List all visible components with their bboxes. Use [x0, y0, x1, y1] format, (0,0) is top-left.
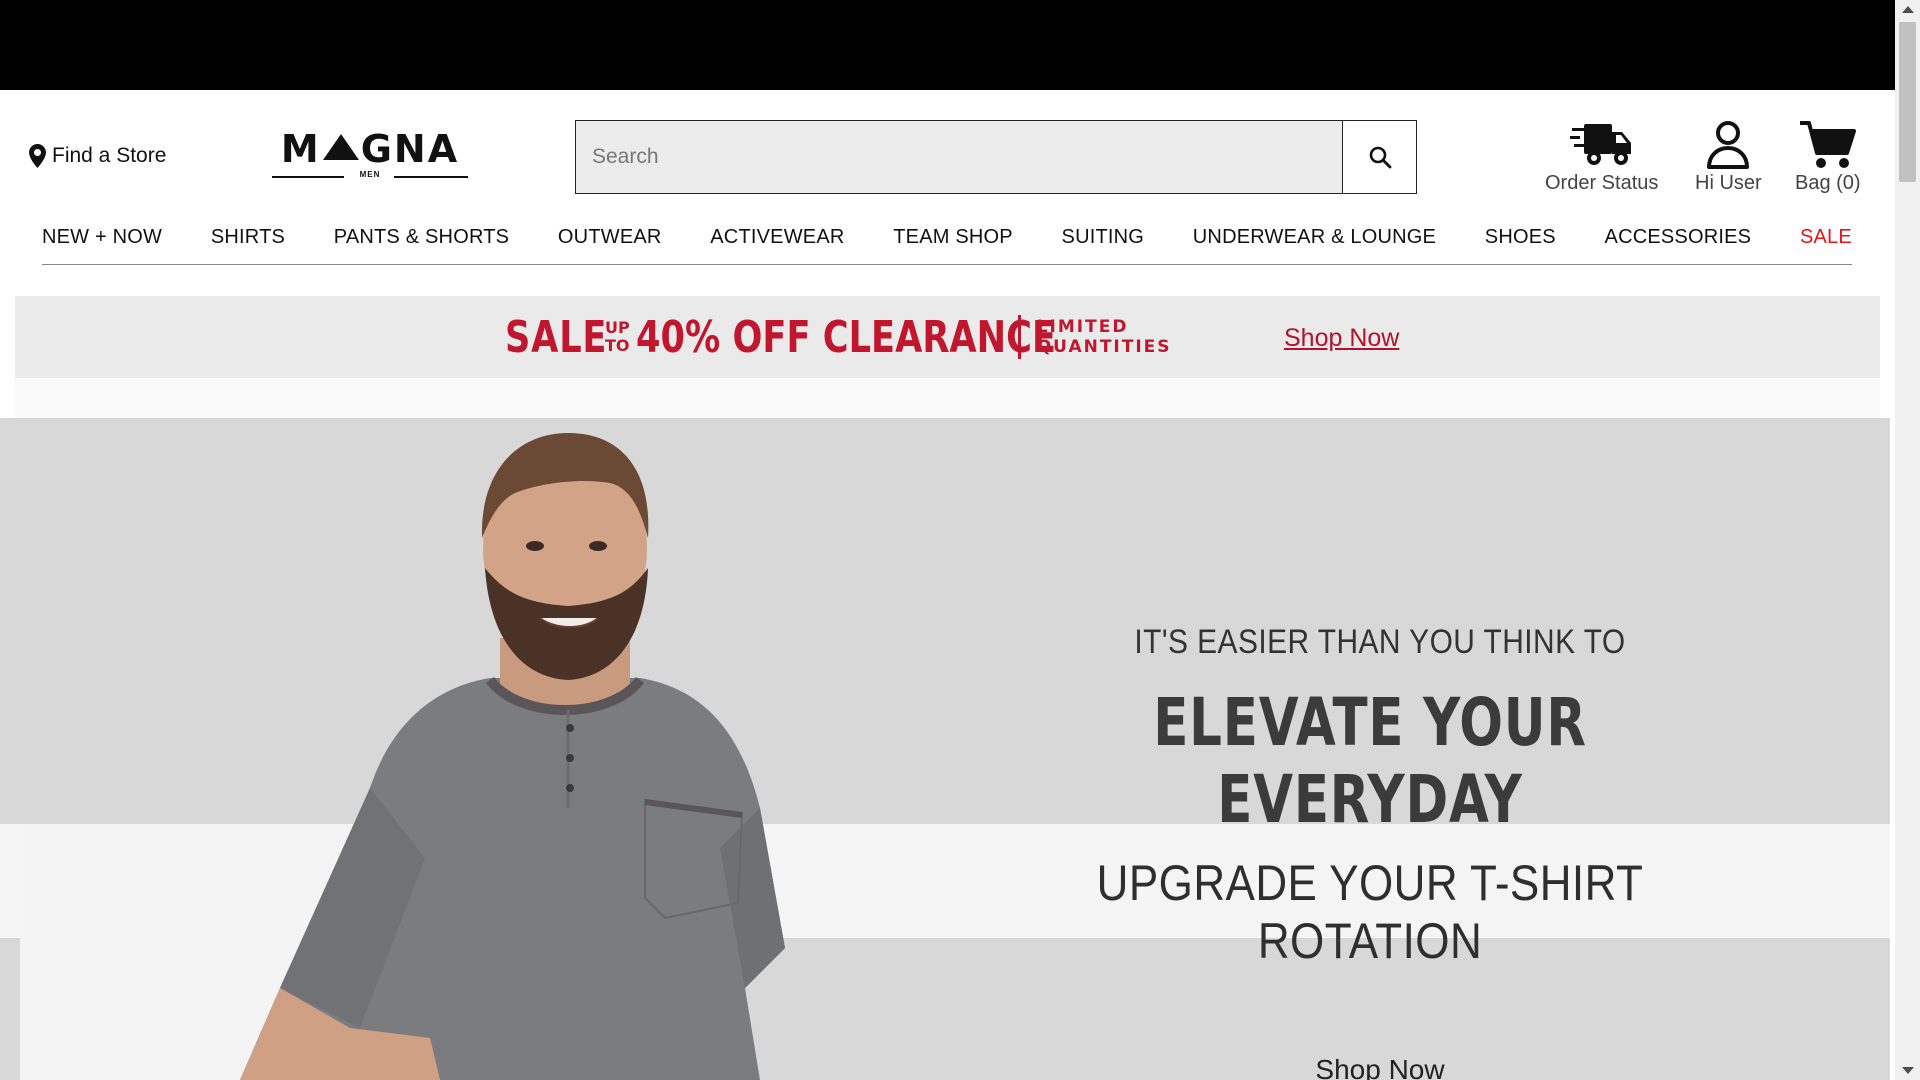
clearance-promo-banner[interactable]: SALE UP TO 40% OFF CLEARANCE LIMITED QUA…: [15, 296, 1880, 378]
nav-item-shoes[interactable]: SHOES: [1485, 222, 1556, 249]
main-navigation: NEW + NOW SHIRTS PANTS & SHORTS OUTWEAR …: [42, 222, 1852, 265]
promo-to: TO: [605, 336, 630, 355]
search-icon: [1369, 146, 1391, 169]
scroll-down-arrow-icon[interactable]: [1902, 1067, 1914, 1074]
page-scrollbar[interactable]: [1895, 0, 1920, 1080]
logo-wordmark: M GNA: [270, 126, 470, 172]
logo-triangle-mark: [322, 134, 359, 160]
search-button[interactable]: [1342, 120, 1417, 194]
promo-quantities: QUANTITIES: [1036, 337, 1172, 357]
nav-item-pants-shorts[interactable]: PANTS & SHORTS: [334, 222, 509, 249]
bag-label: Bag (0): [1795, 172, 1861, 194]
find-a-store-label: Find a Store: [52, 144, 167, 167]
order-status-label: Order Status: [1545, 172, 1659, 194]
user-icon: [1707, 121, 1750, 169]
promo-up: UP: [605, 318, 630, 337]
search-input[interactable]: [575, 120, 1342, 194]
promo-up-to: UP TO: [605, 319, 630, 355]
nav-item-activewear[interactable]: ACTIVEWEAR: [710, 222, 844, 249]
hero-model-image: [240, 433, 785, 1080]
account-button[interactable]: Hi User: [1695, 120, 1762, 195]
nav-item-team-shop[interactable]: TEAM SHOP: [893, 222, 1013, 249]
hero-banner[interactable]: IT'S EASIER THAN YOU THINK TO ELEVATE YO…: [0, 418, 1890, 1080]
promo-sale-word: SALE: [505, 311, 608, 363]
promo-headline-group: SALE UP TO 40% OFF CLEARANCE LIMITED QUA…: [505, 310, 1172, 364]
promo-limited: LIMITED: [1036, 317, 1129, 337]
spacer-strip: [15, 378, 1880, 418]
nav-item-new-now[interactable]: NEW + NOW: [42, 222, 162, 249]
top-black-bar: [0, 0, 1895, 90]
nav-item-suiting[interactable]: SUITING: [1062, 222, 1145, 249]
user-greeting-label: Hi User: [1695, 172, 1762, 194]
logo-letters-gna: GNA: [360, 127, 460, 171]
nav-item-sale[interactable]: SALE: [1800, 222, 1852, 249]
bag-button[interactable]: Bag (0): [1795, 120, 1861, 195]
hero-tagline: IT'S EASIER THAN YOU THINK TO: [1134, 623, 1626, 661]
promo-discount-headline: 40% OFF CLEARANCE: [635, 311, 1056, 363]
page: Find a Store M GNA MEN Search Order Stat…: [0, 0, 1895, 1080]
logo-subtext: MEN: [359, 170, 381, 179]
nav-item-underwear-lounge[interactable]: UNDERWEAR & LOUNGE: [1193, 222, 1436, 249]
map-pin-icon: [29, 144, 46, 168]
shopping-cart-icon: [1799, 121, 1856, 168]
promo-limited-quantities: LIMITED QUANTITIES: [1037, 317, 1172, 357]
logo-letter-m: M: [280, 127, 321, 171]
scroll-up-arrow-icon[interactable]: [1902, 6, 1914, 13]
hero-shop-now-link[interactable]: Shop Now: [1230, 1054, 1530, 1080]
magna-logo[interactable]: M GNA MEN: [270, 126, 470, 184]
find-a-store-link[interactable]: Find a Store: [29, 144, 166, 168]
nav-item-outwear[interactable]: OUTWEAR: [558, 222, 662, 249]
promo-shop-now-link[interactable]: Shop Now: [1284, 324, 1399, 353]
hero-headline: ELEVATE YOUR EVERYDAY: [1153, 684, 1587, 838]
nav-item-shirts[interactable]: SHIRTS: [211, 222, 285, 249]
nav-item-accessories[interactable]: ACCESSORIES: [1605, 222, 1752, 249]
delivery-truck-icon: [1569, 124, 1631, 165]
search-bar: [575, 120, 1417, 194]
hero-subheadline: UPGRADE YOUR T-SHIRT ROTATION: [1096, 855, 1644, 969]
scrollbar-thumb[interactable]: [1899, 22, 1916, 182]
order-status-button[interactable]: Order Status: [1545, 120, 1658, 195]
